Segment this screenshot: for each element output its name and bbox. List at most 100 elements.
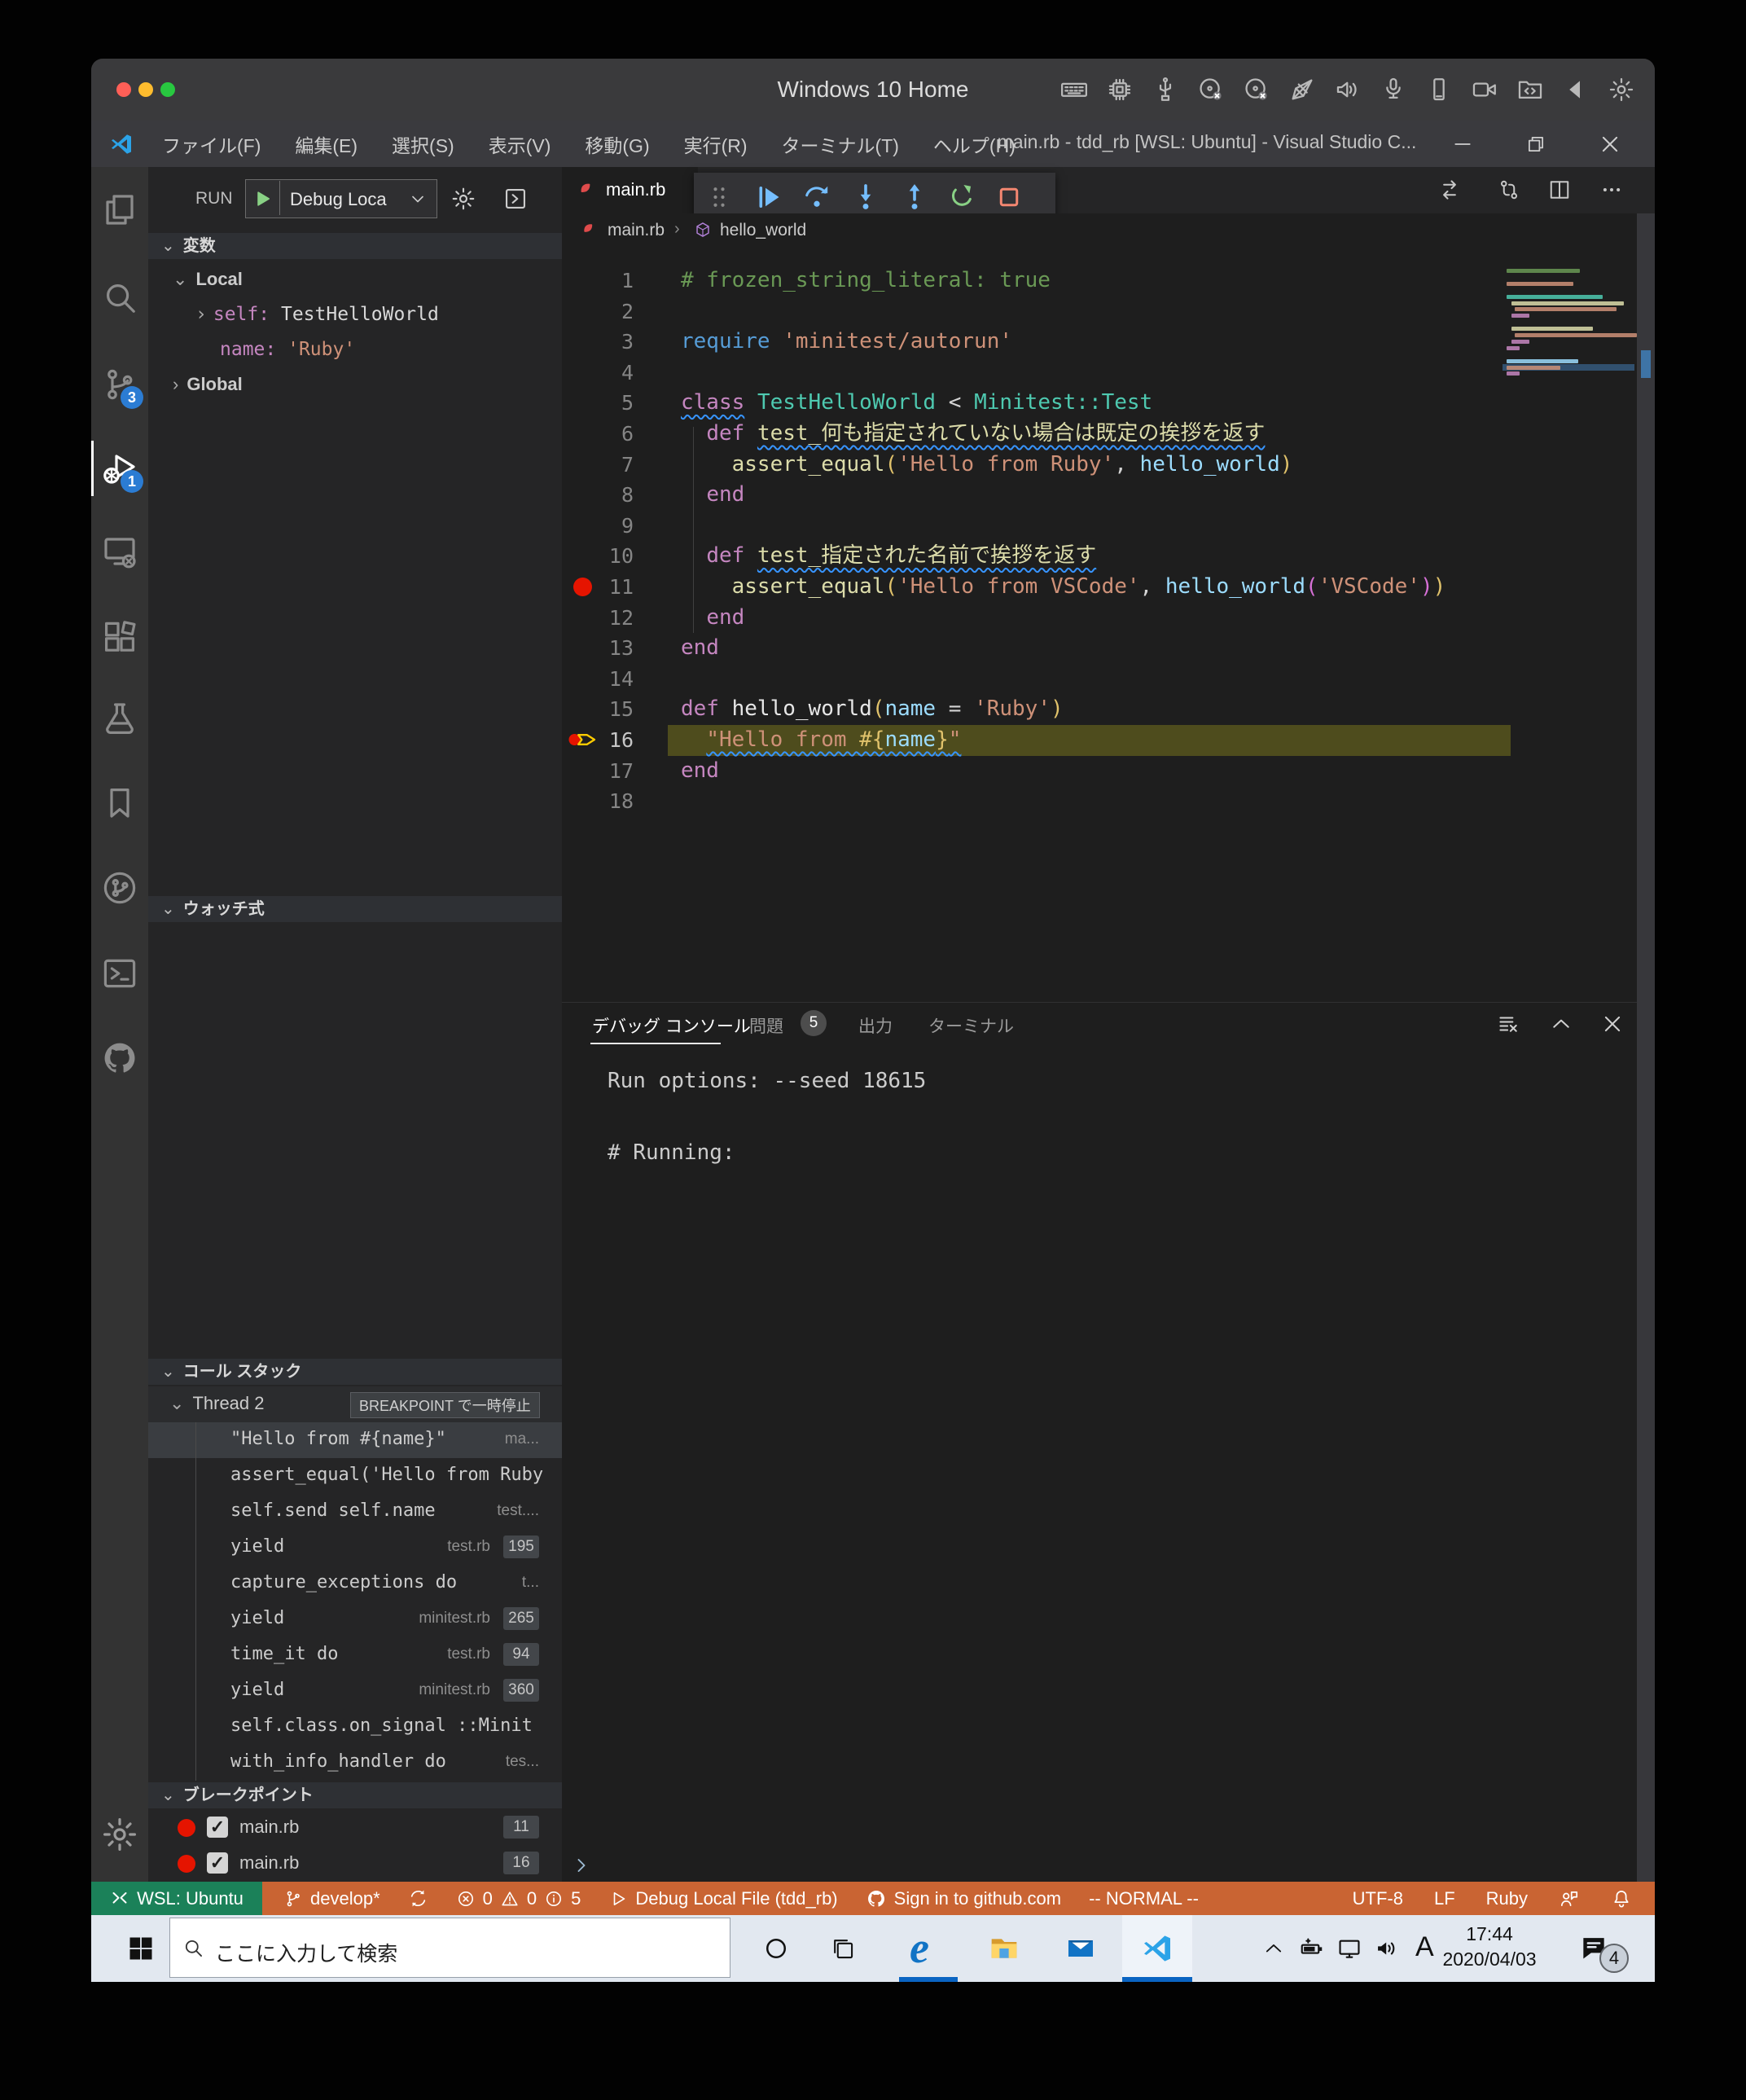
debug-settings-gear-icon[interactable]	[450, 186, 476, 212]
bookmarks-activity-icon[interactable]	[100, 784, 139, 823]
variable-row[interactable]: name: 'Ruby'	[220, 339, 355, 360]
file-explorer-icon[interactable]	[988, 1932, 1020, 1965]
terminal-activity-icon[interactable]	[100, 954, 139, 993]
breadcrumb-file[interactable]: main.rb	[608, 221, 665, 240]
start-debugging-button[interactable]	[252, 188, 273, 209]
microphone-icon[interactable]	[1380, 76, 1407, 103]
stack-frame[interactable]: capture_exceptions dot...	[148, 1566, 562, 1601]
feedback-button[interactable]	[1559, 1888, 1580, 1909]
sound-icon[interactable]	[1334, 76, 1362, 103]
github-activity-icon[interactable]	[100, 1039, 139, 1078]
split-editor-icon[interactable]	[1547, 178, 1572, 202]
callstack-section-header[interactable]: ⌄コール スタック	[148, 1359, 562, 1385]
stack-frame[interactable]: yield265minitest.rb	[148, 1601, 562, 1637]
close-light[interactable]	[116, 82, 131, 97]
encoding-indicator[interactable]: UTF-8	[1353, 1888, 1403, 1909]
edge-icon[interactable]: e	[910, 1922, 929, 1973]
back-icon[interactable]	[1562, 76, 1590, 103]
keyboard-icon[interactable]	[1060, 76, 1088, 103]
stack-frame[interactable]: "Hello from #{name}"ma...	[148, 1422, 562, 1458]
problems-button[interactable]: 005	[456, 1888, 581, 1909]
git-compare-icon[interactable]	[1497, 178, 1521, 202]
mail-icon[interactable]	[1064, 1932, 1097, 1965]
breakpoint-row[interactable]: ✓main.rb11	[148, 1810, 562, 1846]
menu-item[interactable]: ファイル(F)	[145, 130, 278, 158]
stack-frame[interactable]: time_it do94test.rb	[148, 1637, 562, 1673]
remote-indicator[interactable]: WSL: Ubuntu	[91, 1882, 262, 1915]
sync-button[interactable]	[408, 1888, 428, 1909]
language-indicator[interactable]: Ruby	[1486, 1888, 1528, 1909]
stack-frame[interactable]: yield195test.rb	[148, 1530, 562, 1566]
step-out-icon[interactable]	[900, 182, 929, 212]
stack-frame[interactable]: yield360minitest.rb	[148, 1673, 562, 1709]
close-button[interactable]	[1598, 132, 1622, 156]
step-into-icon[interactable]	[851, 182, 880, 212]
step-over-icon[interactable]	[802, 182, 831, 212]
breakpoint-checkbox[interactable]: ✓	[207, 1852, 228, 1874]
restore-button[interactable]	[1524, 132, 1548, 156]
eol-indicator[interactable]: LF	[1434, 1888, 1455, 1909]
vscode-taskbar-icon[interactable]	[1141, 1932, 1174, 1965]
explorer-activity-icon[interactable]	[100, 191, 139, 230]
minimize-light[interactable]	[138, 82, 153, 97]
cd-icon[interactable]	[1197, 76, 1225, 103]
remote-activity-icon[interactable]	[100, 532, 139, 571]
tests-activity-icon[interactable]	[100, 700, 139, 739]
breadcrumb-symbol[interactable]: hello_world	[720, 221, 806, 240]
network-display-icon[interactable]	[1336, 1935, 1362, 1962]
zoom-light[interactable]	[160, 82, 175, 97]
watch-section-header[interactable]: ⌄ウォッチ式	[148, 896, 562, 922]
more-actions-icon[interactable]	[1599, 178, 1624, 202]
menu-item[interactable]: 編集(E)	[278, 130, 375, 158]
restart-icon[interactable]	[947, 182, 976, 212]
stack-frame[interactable]: assert_equal('Hello from Ruby	[148, 1458, 562, 1494]
locals-group[interactable]: ⌄Local	[173, 269, 243, 290]
variables-section-header[interactable]: ⌄変数	[148, 233, 562, 259]
clear-console-icon[interactable]	[1497, 1012, 1521, 1036]
breakpoint-row[interactable]: ✓main.rb16	[148, 1846, 562, 1882]
taskbar-clock[interactable]: 17:442020/04/03	[1428, 1922, 1551, 1972]
network-icon[interactable]	[1288, 76, 1316, 103]
editor-scrollbar-track[interactable]	[1637, 213, 1655, 1882]
extensions-activity-icon[interactable]	[100, 618, 139, 657]
camera-icon[interactable]	[1471, 76, 1498, 103]
open-debug-console-icon[interactable]	[502, 186, 529, 212]
panel-tab-2[interactable]: 出力	[858, 1013, 893, 1038]
minimize-button[interactable]	[1450, 132, 1475, 156]
open-changes-icon[interactable]	[1437, 178, 1462, 202]
volume-icon[interactable]	[1374, 1935, 1400, 1962]
maximize-panel-icon[interactable]	[1549, 1012, 1573, 1036]
menu-item[interactable]: ターミナル(T)	[765, 130, 916, 158]
git-branch-button[interactable]: develop*	[283, 1888, 380, 1909]
gear-icon[interactable]	[1608, 76, 1635, 103]
notifications-bell-button[interactable]	[1611, 1888, 1632, 1909]
console-input-chevron-icon[interactable]	[570, 1854, 593, 1877]
variable-row[interactable]: ›self: TestHelloWorld	[195, 304, 439, 325]
continue-icon[interactable]	[753, 182, 783, 212]
battery-icon[interactable]	[1299, 1935, 1325, 1962]
processor-icon[interactable]	[1106, 76, 1134, 103]
stop-icon[interactable]	[994, 182, 1024, 212]
device-icon[interactable]	[1425, 76, 1453, 103]
cortana-icon[interactable]	[764, 1936, 788, 1961]
sharedfolder-icon[interactable]	[1516, 76, 1544, 103]
usb-icon[interactable]	[1152, 76, 1179, 103]
stack-frame[interactable]: with_info_handler dotes...	[148, 1745, 562, 1781]
runner-activity-icon[interactable]	[100, 868, 139, 907]
vim-mode-indicator[interactable]: -- NORMAL --	[1089, 1888, 1199, 1909]
menu-item[interactable]: 表示(V)	[472, 130, 568, 158]
stack-frame[interactable]: self.send self.nametest....	[148, 1494, 562, 1530]
debug-target-button[interactable]: Debug Local File (tdd_rb)	[608, 1888, 837, 1909]
breakpoint-checkbox[interactable]: ✓	[207, 1817, 228, 1838]
manage-gear-icon[interactable]	[100, 1815, 139, 1854]
editor-scrollbar-thumb[interactable]	[1641, 350, 1651, 378]
panel-tab-0[interactable]: デバッグ コンソール	[592, 1013, 751, 1038]
menu-item[interactable]: 移動(G)	[568, 130, 666, 158]
github-signin-button[interactable]: Sign in to github.com	[866, 1888, 1061, 1909]
close-panel-icon[interactable]	[1600, 1012, 1625, 1036]
menu-item[interactable]: 実行(R)	[667, 130, 765, 158]
tray-chevron-icon[interactable]	[1262, 1937, 1285, 1960]
start-button-icon[interactable]	[126, 1934, 156, 1963]
stack-frame[interactable]: self.class.on_signal ::Minit	[148, 1709, 562, 1745]
task-view-icon[interactable]	[831, 1936, 856, 1962]
